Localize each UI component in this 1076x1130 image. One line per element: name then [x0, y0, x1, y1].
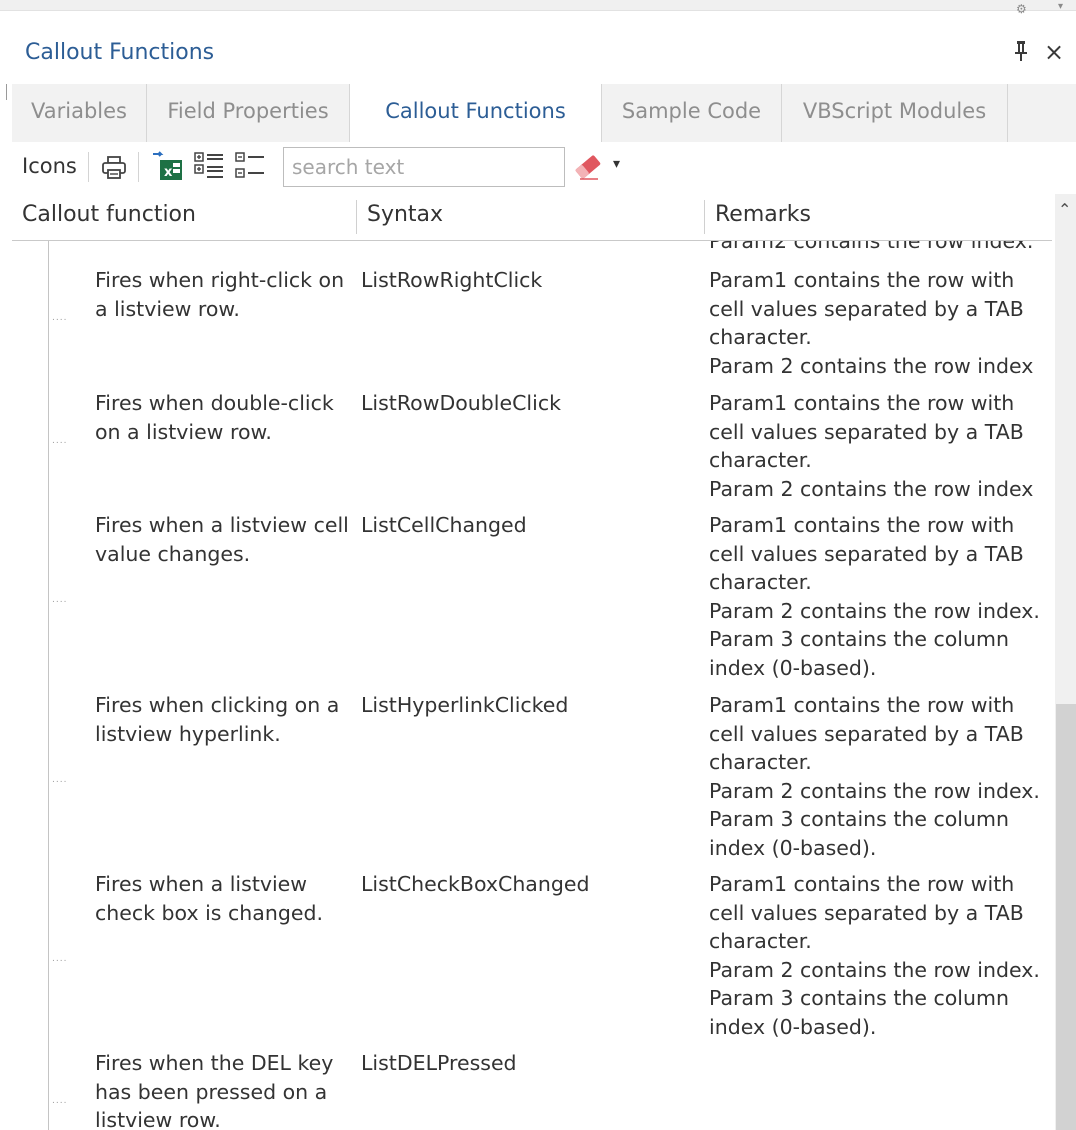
cell-description: Fires when a listview check box is chang…: [95, 872, 323, 925]
clipped-remark: Param2 contains the row index.: [709, 241, 1034, 253]
tab-sample-code[interactable]: Sample Code: [602, 84, 782, 142]
print-icon[interactable]: [100, 154, 128, 186]
tab-bar: Variables Field Properties Callout Funct…: [12, 84, 1076, 143]
cell-remarks: Param1 contains the row with cell values…: [709, 511, 1052, 682]
cell-description: Fires when right-click on a listview row…: [95, 268, 345, 321]
remark-line: Param 2 contains the row index: [709, 476, 1034, 501]
tab-label: Callout Functions: [385, 99, 566, 123]
remark-line: Param 2 contains the row index.: [709, 598, 1040, 623]
cell-syntax: ListHyperlinkClicked: [361, 693, 569, 717]
cell-syntax: ListRowDoubleClick: [361, 391, 561, 415]
collapse-all-icon[interactable]: [234, 151, 266, 187]
scrollbar-thumb[interactable]: [1056, 704, 1076, 1130]
tab-label: Sample Code: [621, 99, 762, 123]
remark-line: Param1 contains the row with cell values…: [709, 693, 1024, 774]
remark-line: Param 2 contains the row index.: [709, 957, 1040, 982]
cell-description: Fires when the DEL key has been pressed …: [95, 1051, 334, 1130]
remark-line: Param1 contains the row with cell values…: [709, 872, 1024, 953]
cell-remarks: Param1 contains the row with cell values…: [709, 691, 1052, 862]
remark-line: Param1 contains the row with cell values…: [709, 391, 1024, 472]
column-divider[interactable]: [704, 200, 705, 234]
eraser-icon[interactable]: [572, 152, 604, 186]
remark-line: Param1 contains the row with cell values…: [709, 513, 1024, 594]
remark-line: Param 3 contains the column index (0-bas…: [709, 627, 1009, 680]
remark-line: Param 3 contains the column index (0-bas…: [709, 986, 1009, 1039]
tree-connector: ....: [52, 1096, 68, 1106]
cell-syntax: ListCheckBoxChanged: [361, 872, 590, 896]
pin-icon[interactable]: [1014, 40, 1028, 62]
cell-description: Fires when clicking on a listview hyperl…: [95, 693, 340, 746]
chevron-down-icon[interactable]: ▾: [613, 156, 620, 172]
cell-description: Fires when double-click on a listview ro…: [95, 391, 334, 444]
remark-line: Param 3 contains the column index (0-bas…: [709, 807, 1009, 860]
tab-label: VBScript Modules: [802, 99, 987, 123]
column-header-callout[interactable]: Callout function: [22, 202, 196, 227]
panel-titlebar: Callout Functions ×: [12, 34, 1076, 78]
remark-line: Param 2 contains the row index.: [709, 778, 1040, 803]
remark-line: Param 2 contains the row index: [709, 353, 1034, 378]
column-header-syntax[interactable]: Syntax: [367, 202, 443, 227]
expand-all-icon[interactable]: [193, 151, 225, 187]
chevron-down-icon[interactable]: ▾: [1058, 1, 1063, 12]
tab-vbscript-modules[interactable]: VBScript Modules: [782, 84, 1008, 142]
tab-label: Variables: [31, 99, 127, 123]
export-excel-icon[interactable]: x: [150, 150, 186, 188]
panel-title: Callout Functions: [25, 40, 215, 65]
remark-line: Param1 contains the row with cell values…: [709, 268, 1024, 349]
top-frame-strip: [0, 0, 1076, 11]
gear-icon[interactable]: ⚙: [1016, 2, 1027, 16]
tree-connector: ....: [52, 313, 68, 323]
search-input[interactable]: [283, 147, 565, 187]
tab-variables[interactable]: Variables: [12, 84, 147, 142]
cell-syntax: ListDELPressed: [361, 1051, 517, 1075]
svg-text:x: x: [164, 165, 173, 180]
cell-description: Fires when a listview cell value changes…: [95, 513, 349, 566]
tab-callout-functions[interactable]: Callout Functions: [350, 84, 602, 143]
cell-syntax: ListRowRightClick: [361, 268, 543, 292]
panel-left-edge: [6, 84, 7, 100]
column-header-remarks[interactable]: Remarks: [715, 202, 811, 227]
toolbar-separator: [138, 152, 139, 182]
cell-remarks: Param1 contains the row with cell values…: [709, 870, 1052, 1041]
icons-toggle-button[interactable]: Icons: [22, 154, 77, 178]
toolbar: Icons x search text ▾: [12, 142, 1076, 194]
cell-syntax: ListCellChanged: [361, 513, 527, 537]
callout-functions-grid: Param2 contains the row index. .... Fire…: [12, 241, 1052, 1130]
tab-label: Field Properties: [167, 99, 329, 123]
cell-remarks: Param1 contains the row with cell values…: [709, 266, 1052, 380]
tree-connector: ....: [52, 436, 68, 446]
tree-connector: ....: [52, 775, 68, 785]
grid-header: Callout function Syntax Remarks: [12, 194, 1052, 241]
tree-connector: ....: [52, 595, 68, 605]
tree-connector: ....: [52, 954, 68, 964]
scroll-up-arrow-icon[interactable]: ⌃: [1058, 200, 1071, 219]
tab-field-properties[interactable]: Field Properties: [147, 84, 350, 142]
toolbar-separator: [88, 152, 89, 182]
close-icon[interactable]: ×: [1044, 38, 1064, 66]
tree-line: [48, 241, 49, 1130]
column-divider[interactable]: [356, 200, 357, 234]
cell-remarks: Param1 contains the row with cell values…: [709, 389, 1052, 503]
